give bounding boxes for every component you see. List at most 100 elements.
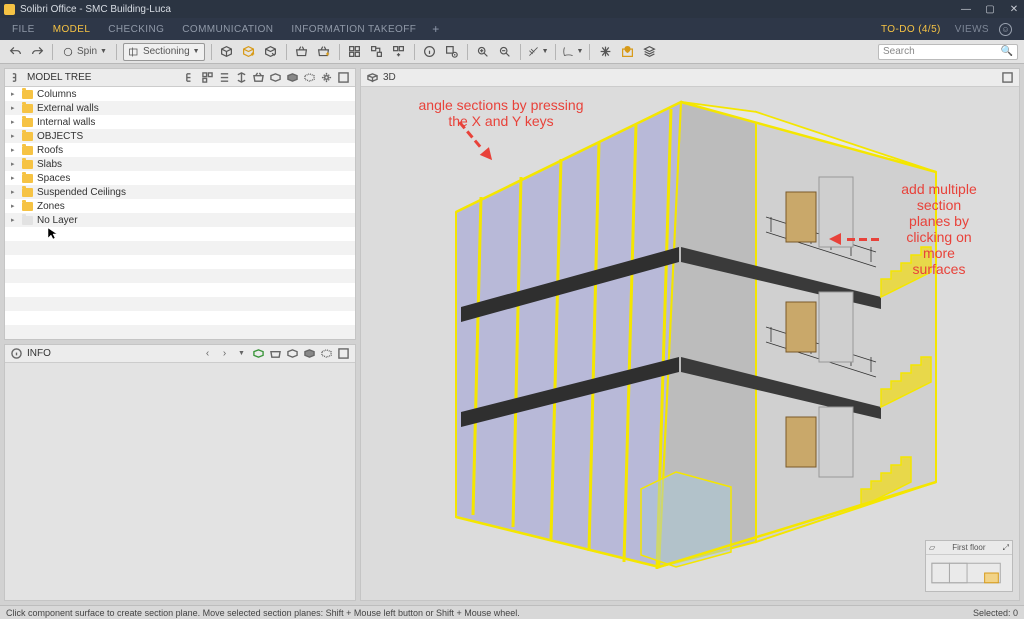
tree-item[interactable]: ▸Zones bbox=[5, 199, 355, 213]
chevron-down-icon: ▼ bbox=[193, 48, 200, 55]
window-title: Solibri Office - SMC Building-Luca bbox=[20, 4, 960, 15]
model-tree-panel: MODEL TREE ▸Columns ▸External walls ▸Int… bbox=[4, 68, 356, 340]
maximize-panel-icon[interactable] bbox=[1001, 71, 1014, 84]
basket-add-icon[interactable] bbox=[315, 43, 333, 61]
info-popup-icon[interactable] bbox=[443, 43, 461, 61]
info-icon bbox=[10, 347, 23, 360]
model-tree-list[interactable]: ▸Columns ▸External walls ▸Internal walls… bbox=[5, 87, 355, 339]
nav-back-icon[interactable]: ‹ bbox=[201, 347, 214, 360]
tree-item[interactable]: ▸No Layer bbox=[5, 213, 355, 227]
menu-file[interactable]: FILE bbox=[12, 24, 35, 35]
grid-icon[interactable] bbox=[596, 43, 614, 61]
views-link[interactable]: VIEWS bbox=[955, 24, 989, 35]
floor-up-icon[interactable]: ▱ bbox=[929, 543, 935, 552]
cube-green-icon[interactable] bbox=[252, 347, 265, 360]
tree-mode1-icon[interactable] bbox=[184, 71, 197, 84]
viewport-3d[interactable]: angle sections by pressing the X and Y k… bbox=[361, 87, 1019, 600]
menu-checking[interactable]: CHECKING bbox=[108, 24, 164, 35]
floor-label: First floor bbox=[952, 543, 985, 552]
viewport-title: 3D bbox=[383, 72, 396, 83]
basket-icon[interactable] bbox=[252, 71, 265, 84]
cube-add-icon[interactable] bbox=[240, 43, 258, 61]
cube-hidden-icon[interactable] bbox=[320, 347, 333, 360]
info-icon[interactable] bbox=[421, 43, 439, 61]
tree-icon bbox=[10, 71, 23, 84]
marker-map-icon[interactable] bbox=[618, 43, 636, 61]
mouse-cursor-icon bbox=[47, 227, 57, 241]
floor-plan-thumb[interactable] bbox=[926, 555, 1012, 592]
main-toolbar: Spin ▼ Sectioning ▼ ▼ ▼ Search 🔍 bbox=[0, 40, 1024, 64]
spin-dropdown[interactable]: Spin ▼ bbox=[59, 43, 110, 61]
nav-fwd-icon[interactable]: › bbox=[218, 347, 231, 360]
basket-icon[interactable] bbox=[269, 347, 282, 360]
info-body bbox=[5, 363, 355, 600]
markup-dropdown[interactable]: ▼ bbox=[562, 45, 584, 58]
close-button[interactable]: ✕ bbox=[1008, 4, 1020, 15]
menu-information-takeoff[interactable]: INFORMATION TAKEOFF bbox=[291, 24, 416, 35]
tree-mode3-icon[interactable] bbox=[218, 71, 231, 84]
cube-outline-icon[interactable] bbox=[218, 43, 236, 61]
search-icon: 🔍 bbox=[1001, 46, 1013, 57]
zoom-out-icon[interactable] bbox=[496, 43, 514, 61]
info-title: INFO bbox=[27, 348, 51, 359]
tree-mode4-icon[interactable] bbox=[235, 71, 248, 84]
basket-icon[interactable] bbox=[293, 43, 311, 61]
floor-navigator[interactable]: ▱ First floor ⤢ bbox=[925, 540, 1013, 592]
cube-outline-icon[interactable] bbox=[269, 71, 282, 84]
zoom-in-icon[interactable] bbox=[474, 43, 492, 61]
menu-communication[interactable]: COMMUNICATION bbox=[182, 24, 273, 35]
sectioning-dropdown[interactable]: Sectioning ▼ bbox=[123, 43, 205, 61]
menu-model[interactable]: MODEL bbox=[53, 24, 91, 35]
gear-icon[interactable] bbox=[320, 71, 333, 84]
annotation-angle-sections: angle sections by pressing the X and Y k… bbox=[361, 97, 641, 129]
model-tree-title: MODEL TREE bbox=[27, 72, 91, 83]
status-selected: Selected: 0 bbox=[973, 608, 1018, 618]
app-logo-icon bbox=[4, 4, 15, 15]
maximize-panel-icon[interactable] bbox=[337, 347, 350, 360]
cube-edit-icon[interactable] bbox=[262, 43, 280, 61]
spin-label: Spin bbox=[77, 46, 97, 57]
minimize-button[interactable]: — bbox=[960, 4, 972, 15]
user-icon[interactable]: ☺ bbox=[999, 23, 1012, 36]
sectioning-label: Sectioning bbox=[143, 46, 190, 57]
nav-drop-icon[interactable]: ▼ bbox=[235, 347, 248, 360]
maximize-button[interactable]: ▢ bbox=[984, 4, 996, 15]
expand-icon[interactable]: ⤢ bbox=[1003, 543, 1009, 553]
menu-bar: FILE MODEL CHECKING COMMUNICATION INFORM… bbox=[0, 18, 1024, 40]
undo-button[interactable] bbox=[6, 43, 24, 61]
title-bar: Solibri Office - SMC Building-Luca — ▢ ✕ bbox=[0, 0, 1024, 18]
building-render bbox=[421, 97, 981, 587]
annotation-add-planes: add multiple section planes by clicking … bbox=[854, 181, 1019, 278]
redo-button[interactable] bbox=[28, 43, 46, 61]
status-bar: Click component surface to create sectio… bbox=[0, 605, 1024, 619]
boxes-link-icon[interactable] bbox=[368, 43, 386, 61]
tree-item[interactable]: ▸OBJECTS bbox=[5, 129, 355, 143]
cube-solid-icon[interactable] bbox=[303, 347, 316, 360]
tree-item[interactable]: ▸Suspended Ceilings bbox=[5, 185, 355, 199]
search-placeholder: Search bbox=[883, 46, 915, 57]
chevron-down-icon: ▼ bbox=[100, 48, 107, 55]
cube-outline-icon[interactable] bbox=[286, 347, 299, 360]
status-hint: Click component surface to create sectio… bbox=[6, 608, 520, 618]
tree-mode2-icon[interactable] bbox=[201, 71, 214, 84]
layers-icon[interactable] bbox=[640, 43, 658, 61]
tree-item[interactable]: ▸Slabs bbox=[5, 157, 355, 171]
todo-link[interactable]: TO-DO (4/5) bbox=[881, 24, 941, 35]
search-input[interactable]: Search 🔍 bbox=[878, 44, 1018, 60]
info-panel: INFO ‹ › ▼ bbox=[4, 344, 356, 601]
cube-solid-icon[interactable] bbox=[286, 71, 299, 84]
cube-3d-icon bbox=[366, 71, 379, 84]
tree-item[interactable]: ▸External walls bbox=[5, 101, 355, 115]
tree-item[interactable]: ▸Roofs bbox=[5, 143, 355, 157]
tree-item[interactable]: ▸Columns bbox=[5, 87, 355, 101]
tree-item[interactable]: ▸Internal walls bbox=[5, 115, 355, 129]
measure-dropdown[interactable]: ▼ bbox=[527, 45, 549, 58]
boxes-nav-icon[interactable] bbox=[390, 43, 408, 61]
cube-hidden-icon[interactable] bbox=[303, 71, 316, 84]
boxes-icon[interactable] bbox=[346, 43, 364, 61]
menu-add-button[interactable]: + bbox=[432, 22, 439, 36]
maximize-panel-icon[interactable] bbox=[337, 71, 350, 84]
chevron-down-icon: ▼ bbox=[542, 48, 549, 55]
tree-item[interactable]: ▸Spaces bbox=[5, 171, 355, 185]
viewport-panel: 3D bbox=[360, 68, 1020, 601]
